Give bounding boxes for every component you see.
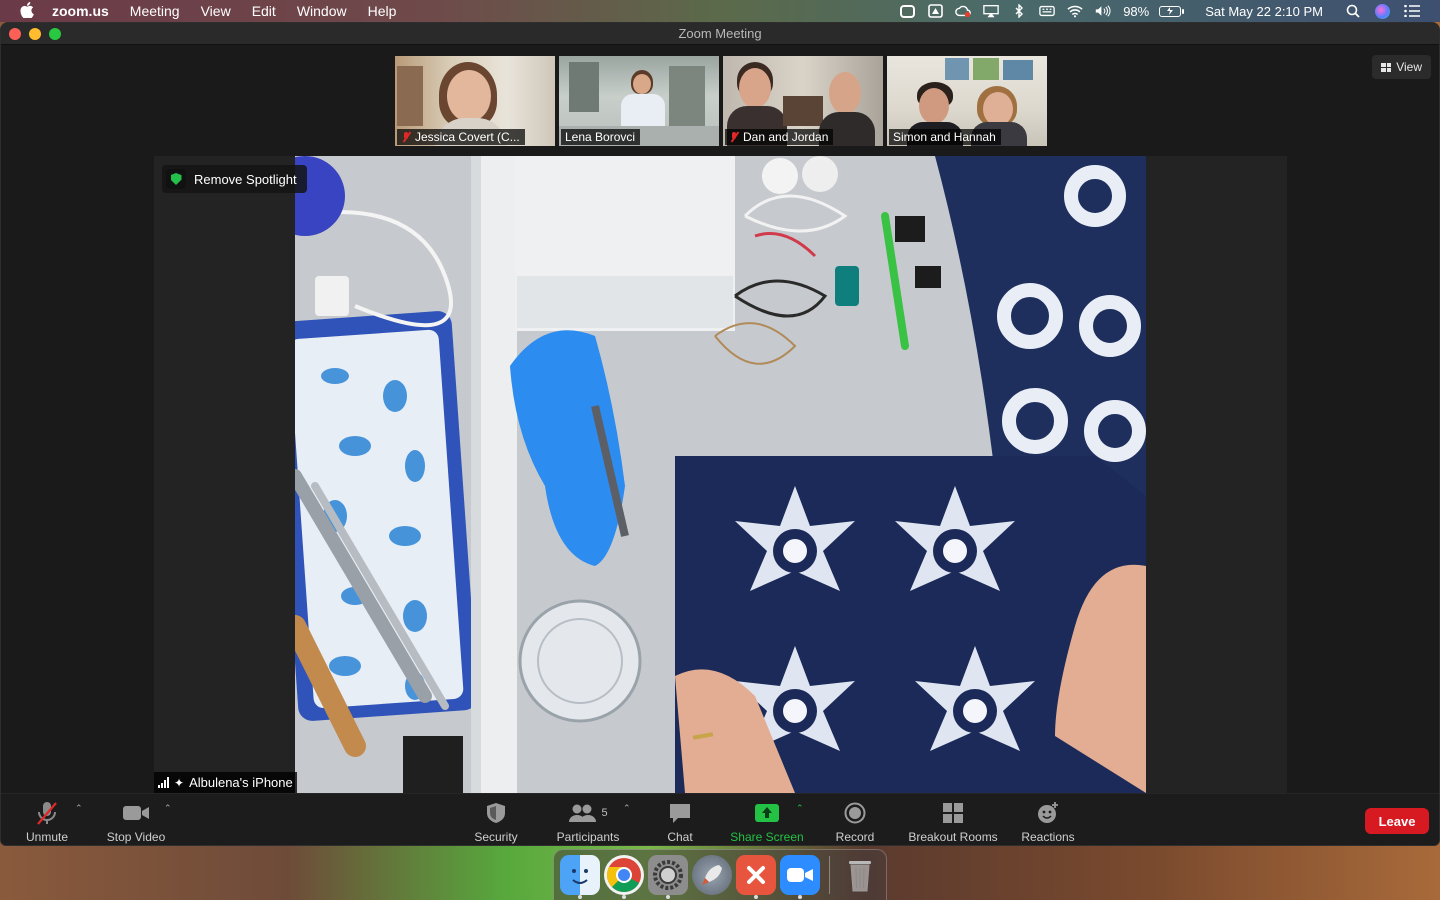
record-button[interactable]: Record [831,798,879,844]
share-screen-icon [754,800,780,826]
title-bar: Zoom Meeting [1,23,1439,45]
unmute-button[interactable]: Unmute [23,798,71,844]
bluetooth-icon[interactable] [1011,4,1027,18]
remove-spotlight-label: Remove Spotlight [194,171,297,187]
breakout-rooms-icon [942,800,964,826]
siri-icon[interactable] [1375,3,1390,19]
meeting-stage: Jessica Covert (C... Lena Borovci Dan an… [1,45,1439,793]
participant-thumbnail[interactable]: Dan and Jordan [723,56,883,146]
participant-thumbnail[interactable]: Simon and Hannah [887,56,1047,146]
thumbnail-strip: Jessica Covert (C... Lena Borovci Dan an… [395,56,1047,146]
share-screen-button[interactable]: Share Screen [727,798,807,844]
video-owner-label: ✦ Albulena's iPhone [154,772,297,793]
muted-mic-icon [401,131,411,143]
craft-table-scene [295,156,1146,793]
muted-mic-icon [729,131,739,143]
apple-menu-icon[interactable] [18,2,36,20]
zoom-window: Zoom Meeting Jessica Covert (C... Lena B… [0,22,1440,846]
share-options-caret-icon[interactable]: ⌃ [796,804,804,813]
spotlight-video-feed [295,156,1146,793]
menu-meeting[interactable]: Meeting [130,0,180,22]
notification-center-icon[interactable] [1404,4,1420,18]
keyboard-icon[interactable] [1039,4,1055,18]
muted-microphone-icon [35,800,59,826]
audio-options-caret-icon[interactable]: ⌃ [75,804,83,813]
battery-percent: 98% [1123,3,1150,19]
participant-name-label: Dan and Jordan [725,129,834,145]
system-preferences-gear-icon[interactable] [648,855,688,895]
security-shield-icon [486,800,506,826]
leave-meeting-button[interactable]: Leave [1365,808,1429,834]
trash-icon[interactable] [840,855,880,895]
chrome-icon[interactable] [604,855,644,895]
view-button-label: View [1396,60,1422,74]
participants-count: 5 [601,807,608,819]
window-title: Zoom Meeting [678,26,762,41]
stop-video-button[interactable]: Stop Video [101,798,171,844]
reactions-button[interactable]: Reactions [1019,798,1077,844]
meeting-toolbar: Unmute ⌃ Stop Video ⌃ Security 5 Partici… [1,793,1439,845]
device-name: Albulena's iPhone [189,775,293,790]
recording-status-icon[interactable] [899,4,915,18]
clock[interactable]: Sat May 22 2:10 PM [1205,4,1323,19]
chat-bubble-icon [668,800,692,826]
menu-view[interactable]: View [201,0,231,22]
wall-art [397,66,423,126]
connection-strength-icon [158,777,169,788]
launchpad-rocket-icon[interactable] [692,855,732,895]
reactions-smiley-icon [1036,800,1060,826]
menu-edit[interactable]: Edit [252,0,276,22]
menu-app-name[interactable]: zoom.us [52,0,109,22]
participant-thumbnail[interactable]: Jessica Covert (C... [395,56,555,146]
participant-name-label: Simon and Hannah [889,129,1001,145]
volume-icon[interactable] [1095,4,1111,18]
remove-spotlight-button[interactable]: Remove Spotlight [162,165,307,193]
spotlight-search-icon[interactable] [1345,4,1361,18]
view-button[interactable]: View [1372,55,1431,79]
video-options-caret-icon[interactable]: ⌃ [164,804,172,813]
drive-sync-icon[interactable] [927,4,943,18]
participant-name-label: Lena Borovci [561,129,641,145]
remote-desktop-icon[interactable] [736,855,776,895]
spotlight-video-panel: Remove Spotlight ✦ Albulena's iPhone [154,156,1287,793]
participants-icon: 5 [568,800,608,826]
zoom-app-icon[interactable] [780,855,820,895]
dock [553,849,887,900]
menu-window[interactable]: Window [297,0,347,22]
participants-button[interactable]: 5 Participants [551,798,625,844]
airplay-icon[interactable] [983,4,999,18]
wifi-icon[interactable] [1067,4,1083,18]
menu-help[interactable]: Help [368,0,397,22]
video-camera-icon [122,800,150,826]
battery-icon[interactable] [1159,5,1185,17]
gallery-view-icon [1381,62,1392,72]
chat-button[interactable]: Chat [659,798,701,844]
record-icon [844,800,866,826]
creative-cloud-icon[interactable] [955,4,971,18]
finder-icon[interactable] [560,855,600,895]
menu-bar: zoom.us Meeting View Edit Window Help 98… [0,0,1440,22]
participant-thumbnail[interactable]: Lena Borovci [559,56,719,146]
shield-icon [166,169,186,189]
dock-separator [829,856,830,894]
participants-options-caret-icon[interactable]: ⌃ [623,804,631,813]
participant-name-label: Jessica Covert (C... [397,129,525,145]
security-button[interactable]: Security [467,798,525,844]
breakout-rooms-button[interactable]: Breakout Rooms [904,798,1002,844]
pin-icon: ✦ [174,775,185,790]
